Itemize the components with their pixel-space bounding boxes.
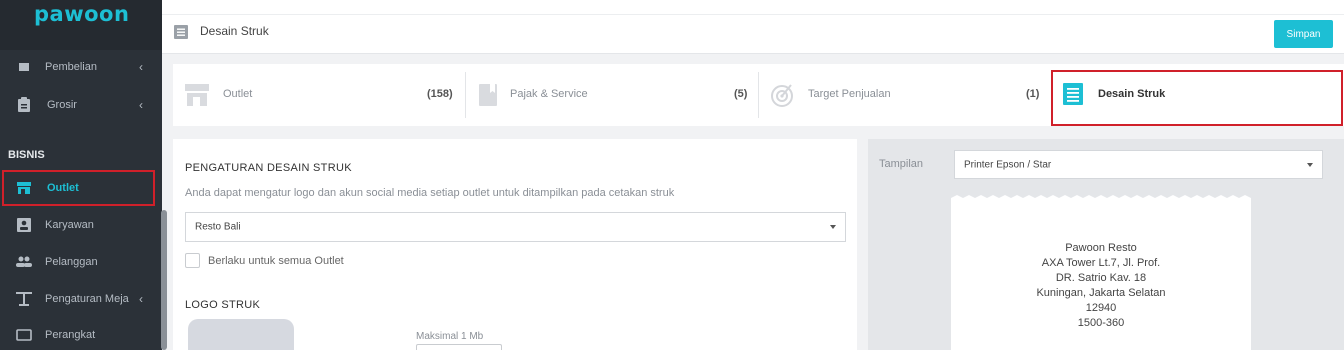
sidebar: pawoon Pembelian ‹ Grosir ‹ BISNIS Outle… xyxy=(0,0,162,350)
sidebar-item-pelanggan[interactable]: Pelanggan xyxy=(0,244,162,280)
table-icon xyxy=(16,291,32,307)
settings-description: Anda dapat mengatur logo dan akun social… xyxy=(185,187,675,199)
store-icon xyxy=(185,84,209,111)
sidebar-item-label: Perangkat xyxy=(45,329,96,341)
tab-count: (1) xyxy=(1026,88,1040,100)
receipt-line: Kuningan, Jakarta Selatan xyxy=(1036,287,1166,299)
chevron-left-icon: ‹ xyxy=(139,98,143,112)
sidebar-item-pembelian[interactable]: Pembelian ‹ xyxy=(0,49,162,85)
sidebar-scrollbar[interactable] xyxy=(161,210,167,350)
upload-button[interactable] xyxy=(416,344,502,350)
chevron-left-icon: ‹ xyxy=(139,292,143,306)
tab-outlet[interactable]: Outlet (158) xyxy=(173,64,465,126)
tab-count: (158) xyxy=(427,88,453,100)
receipt-line: 1500-360 xyxy=(1077,317,1125,329)
tab-label: Target Penjualan xyxy=(808,88,891,100)
caret-down-icon xyxy=(830,225,836,229)
receipt-line: 12940 xyxy=(1085,302,1117,314)
tab-pajak-service[interactable]: Pajak & Service (5) xyxy=(466,64,758,126)
apply-all-label: Berlaku untuk semua Outlet xyxy=(208,255,344,267)
clipboard-icon xyxy=(16,97,32,113)
tab-target-penjualan[interactable]: Target Penjualan (1) xyxy=(759,64,1051,126)
id-card-icon xyxy=(16,217,32,233)
active-tab-highlight-box xyxy=(1051,70,1343,126)
receipt-line: Pawoon Resto xyxy=(1065,242,1137,254)
sidebar-item-label: Grosir xyxy=(47,99,77,111)
chevron-left-icon: ‹ xyxy=(139,60,143,74)
outlet-select[interactable]: Resto Bali xyxy=(185,212,846,242)
cart-icon xyxy=(16,59,32,75)
receipt-line: DR. Satrio Kav. 18 xyxy=(1055,272,1147,284)
logo-title: LOGO STRUK xyxy=(185,299,261,311)
tab-label: Outlet xyxy=(223,88,253,100)
page-title: Desain Struk xyxy=(200,24,269,38)
top-divider xyxy=(162,14,1344,15)
sidebar-item-label: Pengaturan Meja xyxy=(45,293,129,305)
top-bar: Desain Struk xyxy=(162,0,1344,54)
printer-select[interactable]: Printer Epson / Star xyxy=(954,150,1323,179)
tab-count: (5) xyxy=(734,88,748,100)
receipt-preview-panel: Tampilan Printer Epson / Star Pawoon Res… xyxy=(868,139,1344,350)
sidebar-item-label: Karyawan xyxy=(45,219,94,231)
tab-label: Pajak & Service xyxy=(510,88,588,100)
bookmark-icon xyxy=(479,84,497,111)
logo-placeholder[interactable] xyxy=(188,319,294,350)
caret-down-icon xyxy=(1307,162,1313,167)
sidebar-item-grosir[interactable]: Grosir ‹ xyxy=(0,87,162,123)
device-icon xyxy=(16,327,32,343)
apply-all-checkbox[interactable] xyxy=(185,253,200,268)
logo-area: pawoon xyxy=(0,0,162,50)
receipt-line: AXA Tower Lt.7, Jl. Prof. xyxy=(1041,257,1161,269)
target-icon xyxy=(769,82,795,113)
printer-select-value: Printer Epson / Star xyxy=(964,159,1052,170)
section-bisnis: BISNIS xyxy=(8,149,45,161)
document-icon xyxy=(174,25,188,44)
users-icon xyxy=(16,254,32,270)
sidebar-item-label: Pembelian xyxy=(45,61,97,73)
receipt-settings-card: PENGATURAN DESAIN STRUK Anda dapat menga… xyxy=(173,139,857,350)
sidebar-item-pengaturan-meja[interactable]: Pengaturan Meja ‹ xyxy=(0,281,162,317)
settings-title: PENGATURAN DESAIN STRUK xyxy=(185,162,352,174)
outlet-select-value: Resto Bali xyxy=(195,221,241,233)
sidebar-item-perangkat[interactable]: Perangkat xyxy=(0,317,162,350)
outlet-highlight-box xyxy=(2,170,155,206)
receipt-header: Pawoon Resto AXA Tower Lt.7, Jl. Prof. D… xyxy=(951,241,1251,331)
max-size-label: Maksimal 1 Mb xyxy=(416,331,484,342)
display-label: Tampilan xyxy=(879,158,924,170)
save-button[interactable]: Simpan xyxy=(1274,20,1333,48)
pawoon-logo[interactable]: pawoon xyxy=(34,2,129,26)
sidebar-item-label: Pelanggan xyxy=(45,256,98,268)
sidebar-item-karyawan[interactable]: Karyawan xyxy=(0,207,162,243)
